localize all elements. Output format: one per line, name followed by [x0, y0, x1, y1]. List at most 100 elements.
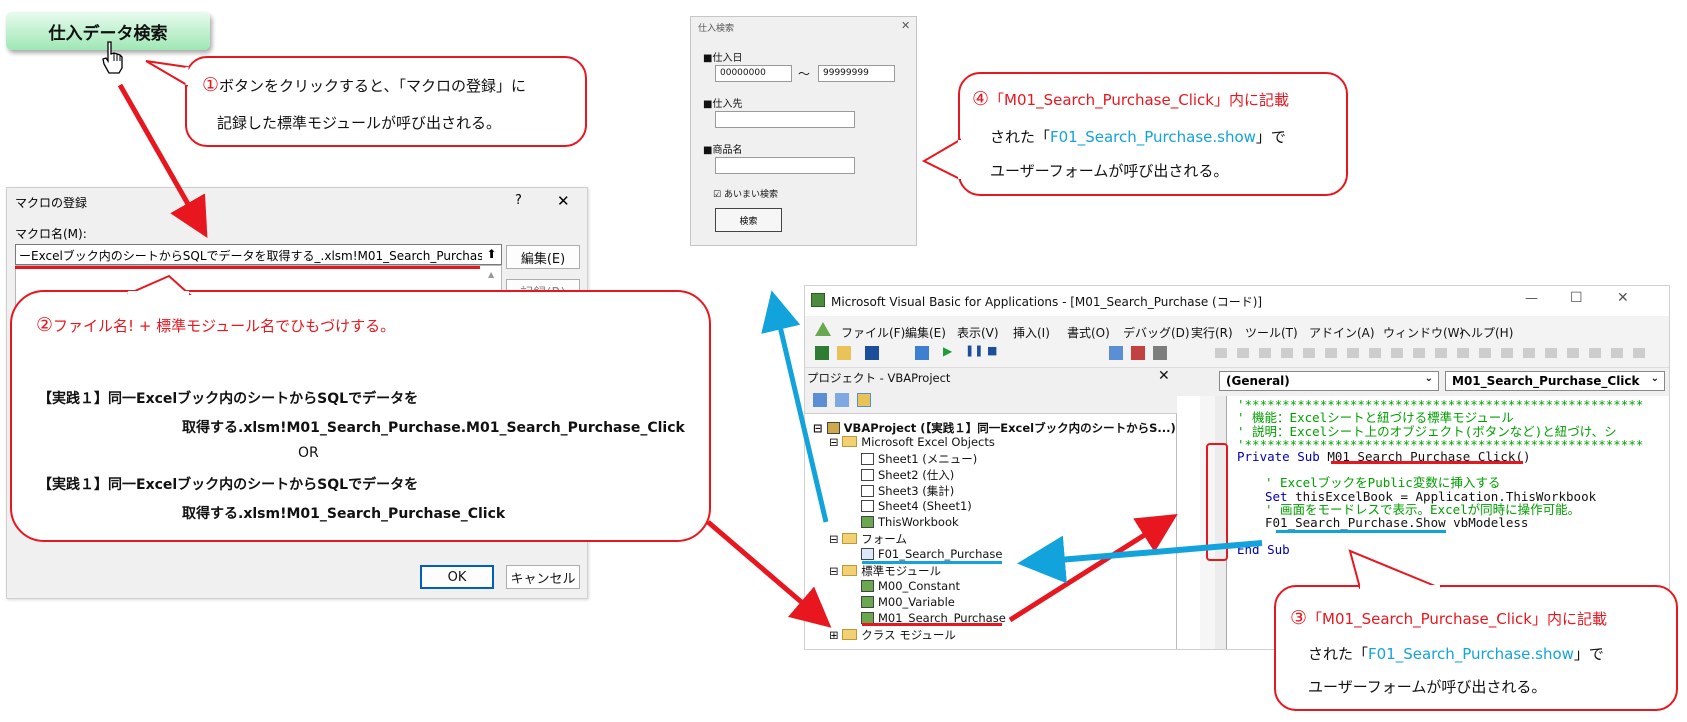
form-title: 仕入検索: [698, 24, 735, 34]
run-icon[interactable]: ▶: [943, 344, 952, 358]
form-close-icon[interactable]: ✕: [901, 19, 910, 32]
folder-icon: [842, 436, 858, 447]
tree-mod1[interactable]: M00_Constant: [878, 579, 960, 593]
supplier-label: ■仕入先: [703, 99, 743, 110]
userform-icon: [861, 548, 874, 560]
expand-minus-icon[interactable]: ⊟: [813, 421, 823, 435]
menu-debug[interactable]: デバッグ(D): [1123, 324, 1190, 341]
fuzzy-checkbox[interactable]: ☑: [713, 190, 721, 200]
code-comment-function: ' 機能：Excelシートと紐づける標準モジュール: [1237, 410, 1514, 425]
toggle-folders-icon[interactable]: [857, 393, 871, 407]
callout-2-example2-a: 【実践１】同一Excelブック内のシートからSQLでデータを: [38, 477, 419, 493]
view-object-icon[interactable]: [835, 393, 849, 407]
code-keyword-private-sub: Private Sub: [1237, 449, 1328, 464]
module-icon: [861, 580, 874, 592]
cancel-button[interactable]: キャンセル: [506, 565, 580, 589]
expand-minus-icon[interactable]: ⊟: [829, 435, 839, 449]
procedure-combo[interactable]: M01_Search_Purchase_Click ⌄: [1445, 371, 1665, 391]
vba-app-icon: [811, 293, 825, 307]
chevron-down-icon: ⌄: [1424, 373, 1433, 384]
macro-name-label: マクロ名(M):: [15, 227, 87, 241]
close-icon[interactable]: ✕: [557, 192, 570, 210]
project-explorer-icon[interactable]: [1109, 346, 1123, 360]
help-button[interactable]: ?: [515, 193, 522, 208]
sub-name-underline: [1331, 461, 1523, 464]
insert-userform-icon[interactable]: [837, 346, 851, 360]
pause-icon[interactable]: ❚❚: [965, 344, 983, 357]
expand-minus-icon[interactable]: ⊟: [829, 532, 839, 546]
sheet-icon: [861, 500, 874, 512]
scroll-up-icon[interactable]: ▲: [488, 270, 494, 279]
properties-icon[interactable]: [1131, 346, 1145, 360]
window-close-icon[interactable]: ✕: [1617, 290, 1629, 306]
toolbar-disabled-icons: [1215, 348, 1655, 358]
excel-view-icon[interactable]: [815, 346, 829, 360]
callout-4-line2a: された「: [990, 128, 1051, 146]
design-mode-icon[interactable]: [915, 346, 929, 360]
callout-2-number: ②: [36, 314, 54, 336]
view-code-icon[interactable]: [813, 393, 827, 407]
tree-forms[interactable]: フォーム: [861, 532, 907, 546]
tree-modules[interactable]: 標準モジュール: [861, 564, 941, 578]
expand-plus-icon[interactable]: ⊞: [829, 628, 839, 642]
menu-insert[interactable]: 挿入(I): [1013, 324, 1050, 341]
callout-3: ③「M01_Search_Purchase_Click」内に記載 された「F01…: [1274, 585, 1678, 711]
code-end-sub: End Sub: [1237, 542, 1290, 557]
tree-excel-objects[interactable]: Microsoft Excel Objects: [861, 435, 995, 449]
search-button-label: 検索: [739, 216, 758, 227]
ok-button[interactable]: OK: [420, 565, 494, 589]
expand-minus-icon[interactable]: ⊟: [829, 564, 839, 578]
callout-4-number: ④: [972, 88, 990, 110]
object-combo-value: (General): [1226, 374, 1290, 388]
menu-format[interactable]: 書式(O): [1067, 324, 1110, 341]
upload-icon[interactable]: ⬆: [482, 245, 501, 264]
tree-root[interactable]: VBAProject (【実践１】同一Excelブック内のシートからS...): [844, 421, 1176, 435]
tilde-separator: ～: [798, 67, 811, 81]
macro-name-value: ーExcelブック内のシートからSQLでデータを取得する_.xlsm!M01_S…: [19, 249, 502, 263]
callout-3-line1: 「M01_Search_Purchase_Click」内に記載: [1307, 610, 1607, 628]
menu-edit[interactable]: 編集(E): [905, 324, 946, 341]
callout-1-line2: 記録した標準モジュールが呼び出される。: [217, 114, 501, 132]
tree-mod2[interactable]: M00_Variable: [878, 595, 955, 609]
project-close-icon[interactable]: ✕: [1158, 368, 1170, 384]
tree-thisworkbook[interactable]: ThisWorkbook: [878, 515, 959, 529]
callout-3-line2a: された「: [1308, 645, 1369, 663]
date-to-input[interactable]: 99999999: [818, 65, 895, 82]
tree-sheet2[interactable]: Sheet2 (仕入): [878, 468, 954, 482]
project-title: プロジェクト - VBAProject: [807, 371, 951, 385]
menu-view[interactable]: 表示(V): [957, 324, 999, 341]
callout-2-or: OR: [298, 445, 319, 461]
tree-sheet4[interactable]: Sheet4 (Sheet1): [878, 499, 972, 513]
vba-title: Microsoft Visual Basic for Applications …: [831, 295, 1263, 309]
maximize-icon[interactable]: ☐: [1570, 290, 1583, 306]
chevron-down-icon: ⌄: [1650, 373, 1659, 384]
menu-tools[interactable]: ツール(T): [1245, 324, 1298, 341]
callout-1-tail: [145, 60, 189, 87]
menu-addins[interactable]: アドイン(A): [1309, 324, 1375, 341]
menu-help[interactable]: ヘルプ(H): [1459, 324, 1513, 341]
sheet-icon: [861, 469, 874, 481]
tree-classes[interactable]: クラス モジュール: [861, 628, 956, 642]
macro-name-input[interactable]: ーExcelブック内のシートからSQLでデータを取得する_.xlsm!M01_S…: [15, 244, 502, 265]
supplier-input[interactable]: [715, 111, 855, 128]
callout-2-example2-b: 取得する.xlsm!M01_Search_Purchase_Click: [182, 506, 506, 522]
date-from-input[interactable]: 00000000: [715, 65, 792, 82]
callout-2-tail: [127, 274, 192, 295]
edit-button[interactable]: 編集(E): [506, 245, 580, 269]
minimize-icon[interactable]: —: [1525, 291, 1538, 306]
tree-sheet1[interactable]: Sheet1 (メニュー): [878, 452, 977, 466]
menu-file[interactable]: ファイル(F): [841, 324, 905, 341]
search-button[interactable]: 検索: [715, 208, 782, 232]
save-icon[interactable]: [865, 346, 879, 360]
tree-form1[interactable]: F01_Search_Purchase: [878, 547, 1002, 561]
object-browser-icon[interactable]: [1153, 346, 1167, 360]
dialog-title: マクロの登録: [15, 196, 88, 210]
sheet-icon: [861, 485, 874, 497]
menu-window[interactable]: ウィンドウ(W): [1383, 324, 1464, 341]
product-input[interactable]: [715, 157, 855, 174]
tree-sheet3[interactable]: Sheet3 (集計): [878, 484, 954, 498]
callout-4-line2b: F01_Search_Purchase.show: [1050, 128, 1256, 146]
menu-run[interactable]: 実行(R): [1191, 324, 1233, 341]
stop-icon[interactable]: ■: [987, 344, 997, 357]
object-combo[interactable]: (General) ⌄: [1219, 371, 1439, 391]
